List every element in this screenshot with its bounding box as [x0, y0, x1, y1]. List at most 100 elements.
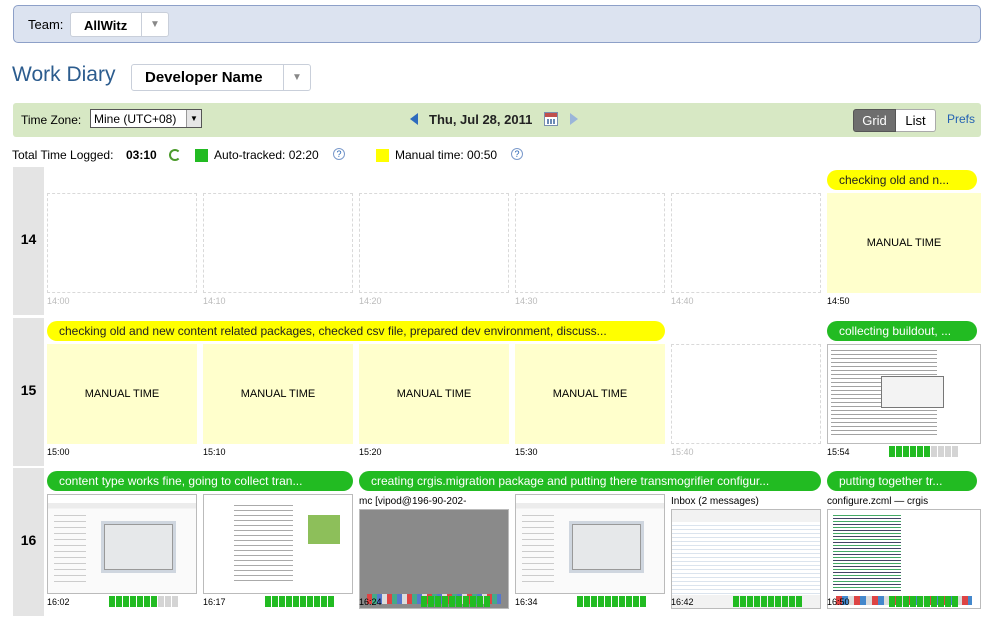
- chevron-down-icon[interactable]: ▼: [141, 13, 168, 36]
- timezone-value: Mine (UTC+08): [94, 112, 177, 126]
- manual-time-swatch: [376, 149, 389, 162]
- screenshot-thumbnail[interactable]: [827, 344, 981, 444]
- memo-bar[interactable]: collecting buildout, ...: [827, 321, 977, 341]
- activity-segment: [300, 596, 306, 607]
- activity-meter: [421, 596, 491, 607]
- help-icon[interactable]: ?: [333, 148, 345, 160]
- help-icon[interactable]: ?: [511, 148, 523, 160]
- empty-slot: [671, 344, 821, 444]
- activity-segment: [640, 596, 646, 607]
- screenshot-thumbnail[interactable]: [515, 494, 665, 594]
- activity-meter: [733, 596, 803, 607]
- activity-segment: [605, 596, 611, 607]
- prev-day-icon[interactable]: [410, 113, 418, 125]
- activity-segment: [740, 596, 746, 607]
- activity-segment: [931, 446, 937, 457]
- developer-select[interactable]: Developer Name ▼: [131, 64, 311, 91]
- team-select[interactable]: AllWitz ▼: [70, 12, 169, 37]
- activity-segment: [151, 596, 157, 607]
- prefs-link[interactable]: Prefs: [947, 112, 975, 126]
- activity-segment: [889, 446, 895, 457]
- activity-segment: [917, 596, 923, 607]
- activity-segment: [116, 596, 122, 607]
- activity-segment: [421, 596, 427, 607]
- slot-time: 16:17: [203, 597, 226, 607]
- auto-tracked-label: Auto-tracked: 02:20: [214, 148, 319, 162]
- activity-segment: [945, 446, 951, 457]
- activity-segment: [165, 596, 171, 607]
- screenshot-thumbnail[interactable]: [203, 494, 353, 594]
- activity-segment: [931, 596, 937, 607]
- next-day-icon[interactable]: [570, 113, 578, 125]
- activity-segment: [123, 596, 129, 607]
- activity-segment: [172, 596, 178, 607]
- manual-time-block[interactable]: MANUAL TIME: [515, 344, 665, 444]
- memo-bar[interactable]: creating crgis.migration package and put…: [359, 471, 821, 491]
- manual-time-block[interactable]: MANUAL TIME: [47, 344, 197, 444]
- timezone-select[interactable]: Mine (UTC+08) ▼: [90, 109, 202, 128]
- list-view-button[interactable]: List: [896, 109, 936, 132]
- memo-bar[interactable]: checking old and n...: [827, 170, 977, 190]
- activity-segment: [733, 596, 739, 607]
- memo-bar[interactable]: putting together tr...: [827, 471, 977, 491]
- screenshot-thumbnail[interactable]: [359, 509, 509, 609]
- memo-bar[interactable]: content type works fine, going to collec…: [47, 471, 353, 491]
- hour-label: 14: [13, 167, 44, 315]
- manual-time-label: MANUAL TIME: [396, 388, 472, 400]
- activity-segment: [903, 596, 909, 607]
- activity-segment: [470, 596, 476, 607]
- screenshot-image: [672, 510, 820, 608]
- screenshot-thumbnail[interactable]: [47, 494, 197, 594]
- manual-time-label: Manual time: 00:50: [395, 148, 498, 162]
- slot-time: 16:50: [827, 597, 850, 607]
- activity-segment: [796, 596, 802, 607]
- empty-slot: [359, 193, 509, 293]
- activity-segment: [449, 596, 455, 607]
- manual-time-block[interactable]: MANUAL TIME: [203, 344, 353, 444]
- activity-segment: [144, 596, 150, 607]
- activity-meter: [889, 446, 959, 457]
- screenshot-thumbnail[interactable]: [827, 509, 981, 609]
- developer-select-value: Developer Name: [145, 69, 263, 86]
- activity-segment: [889, 596, 895, 607]
- activity-segment: [924, 446, 930, 457]
- screenshot-thumbnail[interactable]: [671, 509, 821, 609]
- page-title: Work Diary: [12, 63, 116, 86]
- team-bar: Team: AllWitz ▼: [13, 5, 981, 43]
- refresh-icon[interactable]: [169, 149, 181, 161]
- activity-segment: [775, 596, 781, 607]
- activity-segment: [598, 596, 604, 607]
- current-date: Thu, Jul 28, 2011: [429, 112, 533, 127]
- slot-time: 14:40: [671, 296, 694, 306]
- slot-time: 14:00: [47, 296, 70, 306]
- activity-segment: [789, 596, 795, 607]
- empty-slot: [47, 193, 197, 293]
- slot-time: 16:02: [47, 597, 70, 607]
- chevron-down-icon[interactable]: ▼: [186, 110, 201, 127]
- slot-time: 15:30: [515, 447, 538, 457]
- activity-segment: [307, 596, 313, 607]
- activity-segment: [286, 596, 292, 607]
- activity-segment: [761, 596, 767, 607]
- activity-meter: [109, 596, 179, 607]
- activity-segment: [130, 596, 136, 607]
- grid-view-button[interactable]: Grid: [853, 109, 896, 132]
- team-select-value: AllWitz: [84, 18, 128, 33]
- team-label: Team:: [28, 17, 64, 32]
- chevron-down-icon[interactable]: ▼: [283, 65, 310, 90]
- manual-time-block[interactable]: MANUAL TIME: [827, 193, 981, 293]
- calendar-icon[interactable]: [544, 112, 558, 126]
- activity-segment: [938, 446, 944, 457]
- activity-segment: [938, 596, 944, 607]
- activity-segment: [328, 596, 334, 607]
- activity-segment: [158, 596, 164, 607]
- slot-time: 15:10: [203, 447, 226, 457]
- activity-segment: [484, 596, 490, 607]
- activity-segment: [477, 596, 483, 607]
- activity-segment: [456, 596, 462, 607]
- activity-segment: [896, 446, 902, 457]
- manual-time-block[interactable]: MANUAL TIME: [359, 344, 509, 444]
- activity-segment: [633, 596, 639, 607]
- memo-bar[interactable]: checking old and new content related pac…: [47, 321, 665, 341]
- activity-segment: [952, 446, 958, 457]
